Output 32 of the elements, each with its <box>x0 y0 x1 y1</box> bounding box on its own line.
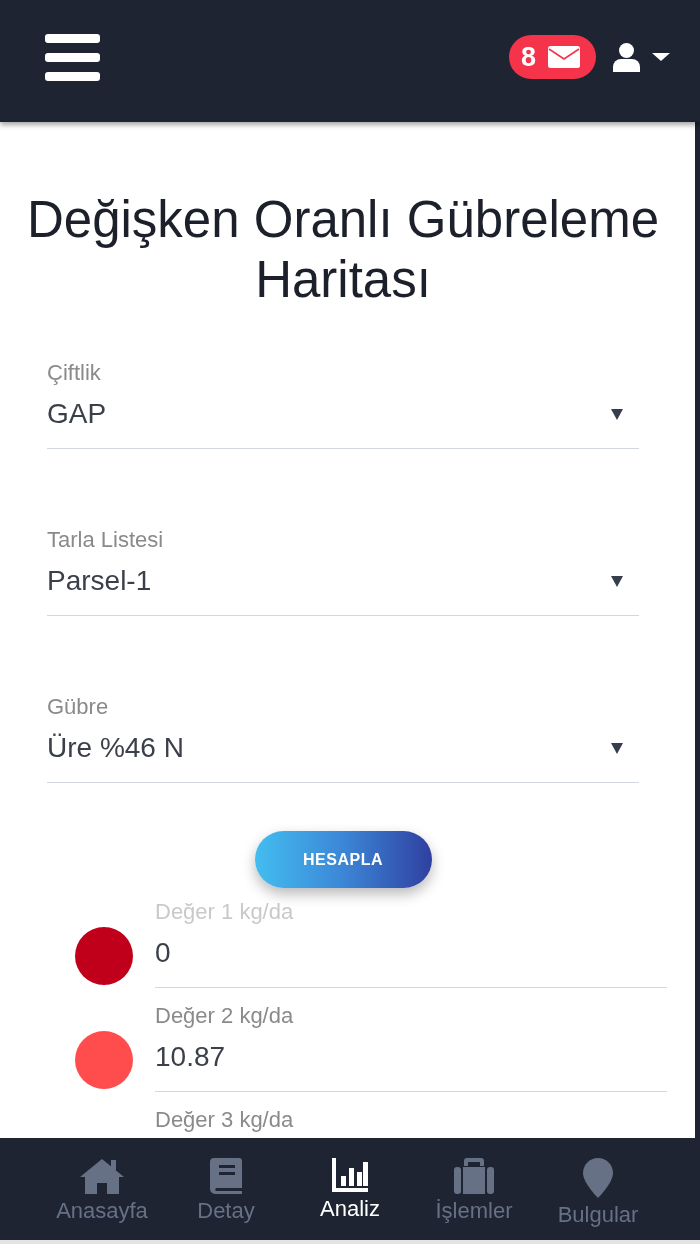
dropdown-field[interactable]: Gübre Üre %46 N <box>47 694 639 783</box>
field-label: Gübre <box>47 694 110 720</box>
input-value: 10.87 <box>155 1040 227 1074</box>
messages-button[interactable]: 8 <box>508 35 596 79</box>
field-label: Tarla Listesi <box>47 527 165 553</box>
envelope-icon <box>548 46 580 68</box>
caret-icon <box>611 408 623 420</box>
user-icon <box>613 42 640 72</box>
caret-icon <box>611 742 623 754</box>
calculate-button[interactable]: HESAPLA <box>254 831 432 888</box>
input-field[interactable]: Değer 2 kg/da 10.87 <box>155 1003 667 1092</box>
field-value: GAP <box>47 397 107 431</box>
menu-button[interactable] <box>45 33 100 81</box>
caret-icon <box>652 53 670 61</box>
menu-icon <box>45 33 100 81</box>
map-pin-icon <box>583 1158 613 1198</box>
nav-tab[interactable]: Analiz <box>288 1158 412 1222</box>
dropdown-field[interactable]: Çiftlik GAP <box>47 360 639 449</box>
field-value: Üre %46 N <box>47 731 184 765</box>
bar-chart-icon <box>332 1158 368 1192</box>
caret-icon <box>611 575 623 587</box>
field-label: Çiftlik <box>47 360 102 386</box>
input-label: Değer 2 kg/da <box>155 1003 295 1029</box>
field-value: Parsel-1 <box>47 564 152 598</box>
dropdown-field[interactable]: Tarla Listesi Parsel-1 <box>47 527 639 616</box>
input-label: Değer 3 kg/da <box>155 1107 294 1133</box>
page-title: Değişken Oranlı Gübreleme Haritası <box>25 190 661 310</box>
suitcase-icon <box>454 1158 494 1194</box>
user-menu-button[interactable] <box>613 42 670 72</box>
book-icon <box>210 1158 242 1194</box>
house-icon <box>79 1158 125 1194</box>
input-value: 0 <box>155 936 172 970</box>
